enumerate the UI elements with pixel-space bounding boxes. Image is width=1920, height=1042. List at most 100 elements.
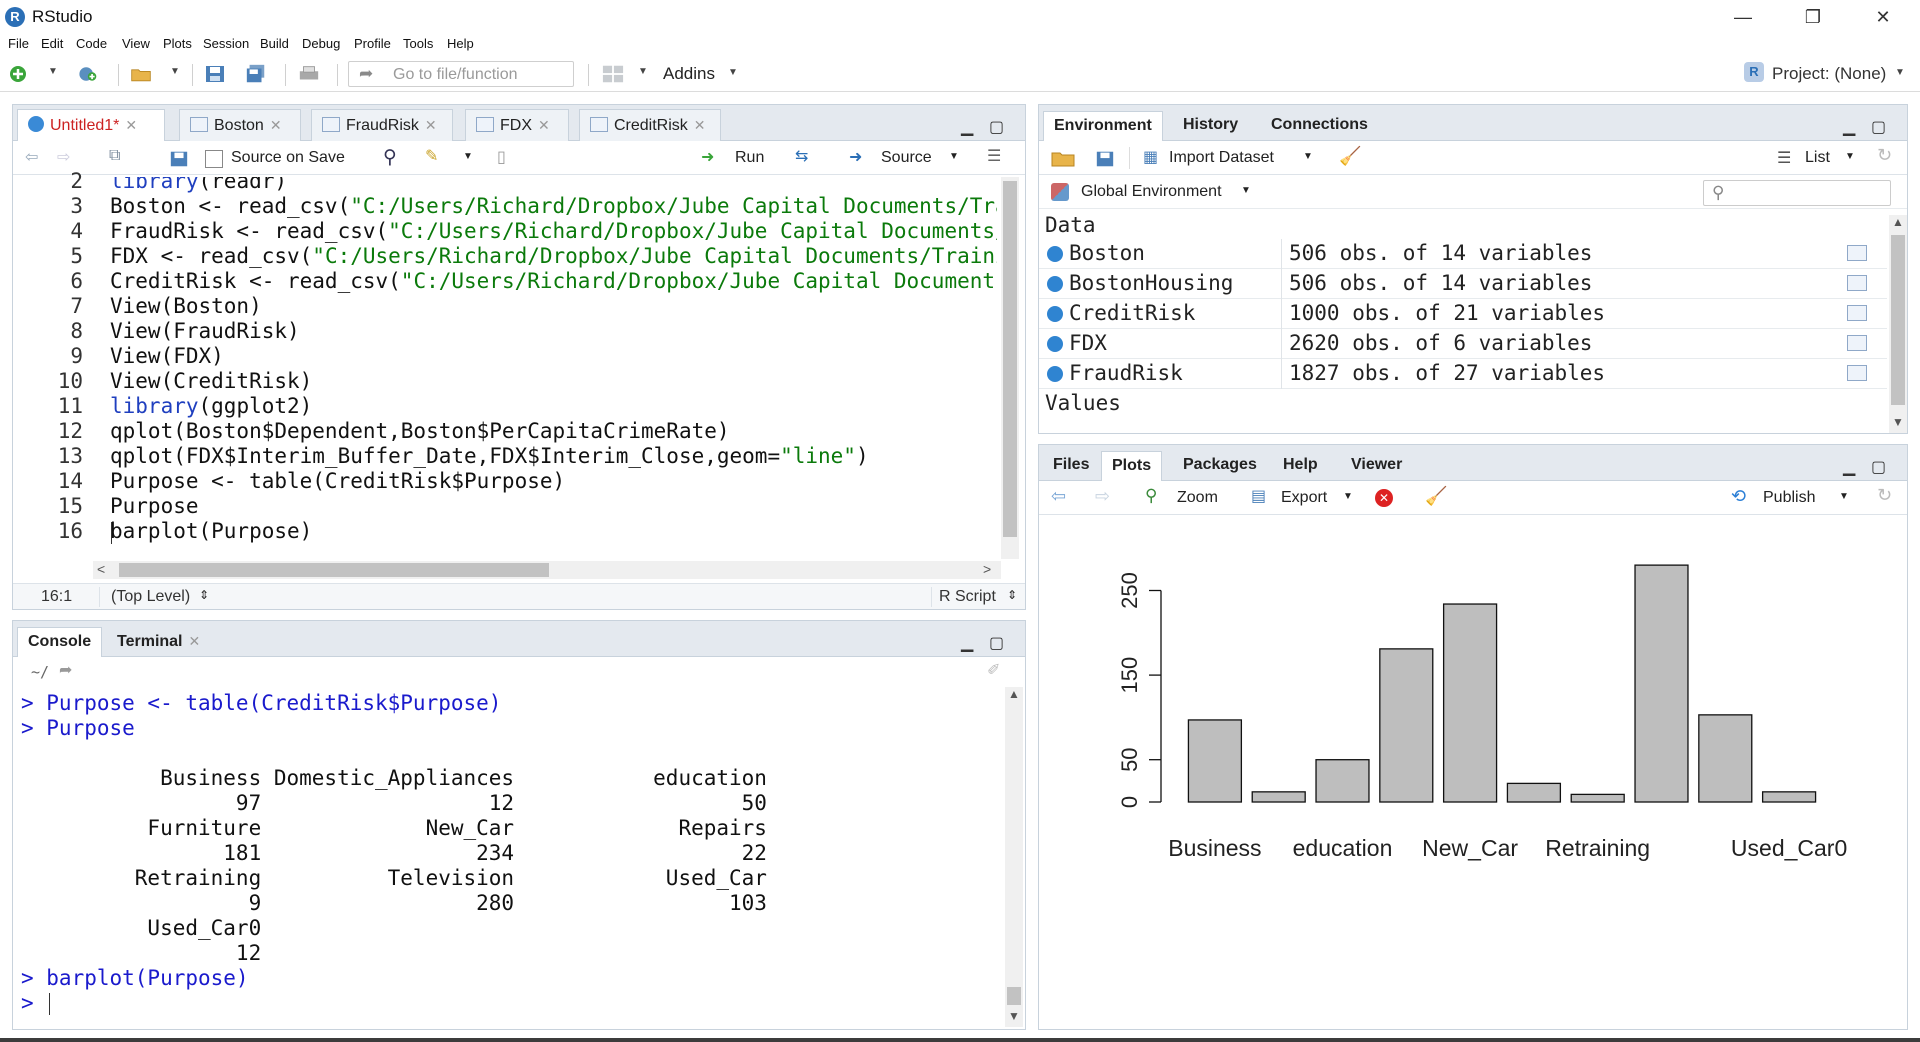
chevron-down-icon[interactable]: ▼ bbox=[1241, 185, 1251, 196]
env-row[interactable]: BostonHousing 506 obs. of 14 variables bbox=[1039, 269, 1887, 299]
outline-icon[interactable]: ☰ bbox=[987, 146, 1001, 166]
chevron-down-icon[interactable]: ▼ bbox=[1303, 151, 1313, 162]
chevron-down-icon[interactable]: ▼ bbox=[463, 151, 473, 162]
tab-plots[interactable]: Plots bbox=[1101, 451, 1163, 481]
refresh-icon[interactable]: ↻ bbox=[1877, 485, 1892, 506]
menu-edit[interactable]: Edit bbox=[41, 36, 63, 51]
env-row[interactable]: FraudRisk 1827 obs. of 27 variables bbox=[1039, 359, 1887, 389]
scroll-left-icon[interactable]: < bbox=[97, 561, 105, 577]
clear-console-icon[interactable]: ✐ bbox=[987, 660, 1000, 680]
source-button[interactable]: Source bbox=[881, 149, 932, 167]
tab-viewer[interactable]: Viewer bbox=[1341, 451, 1412, 481]
forward-arrow-icon[interactable]: ⇨ bbox=[1095, 486, 1110, 507]
console-vertical-scrollbar[interactable]: ▲ ▼ bbox=[1005, 687, 1023, 1027]
tab-creditrisk[interactable]: CreditRisk ✕ bbox=[579, 109, 721, 141]
chevron-down-icon[interactable]: ▼ bbox=[1895, 67, 1905, 78]
environment-search-input[interactable]: ⚲ bbox=[1703, 180, 1891, 206]
show-in-window-icon[interactable]: ⧉ bbox=[109, 147, 120, 165]
broom-icon[interactable]: 🧹 bbox=[1425, 486, 1447, 507]
back-arrow-icon[interactable]: ⇦ bbox=[25, 147, 38, 167]
tab-console[interactable]: Console bbox=[17, 627, 103, 657]
code-editor[interactable]: library(readr) Boston <- read_csv("C:/Us… bbox=[83, 177, 997, 559]
minimize-pane-icon[interactable]: ▁ bbox=[1843, 457, 1855, 477]
chevron-down-icon[interactable]: ▼ bbox=[170, 66, 180, 77]
run-arrow-icon[interactable]: ➜ bbox=[701, 147, 714, 167]
menu-profile[interactable]: Profile bbox=[354, 36, 391, 51]
tab-environment[interactable]: Environment bbox=[1043, 111, 1163, 141]
filetype-selector[interactable]: R Script bbox=[939, 588, 996, 606]
save-icon[interactable] bbox=[204, 64, 226, 84]
scope-selector[interactable]: (Top Level) bbox=[111, 588, 190, 606]
save-all-icon[interactable] bbox=[245, 64, 267, 84]
forward-arrow-icon[interactable]: ⇨ bbox=[57, 147, 70, 167]
chevron-down-icon[interactable]: ▼ bbox=[1343, 491, 1353, 502]
maximize-pane-icon[interactable]: ▢ bbox=[1871, 117, 1886, 137]
env-row[interactable]: Boston 506 obs. of 14 variables bbox=[1039, 239, 1887, 269]
chevron-down-icon[interactable]: ▼ bbox=[48, 66, 58, 77]
minimize-pane-icon[interactable]: ▁ bbox=[961, 117, 973, 137]
expand-icon[interactable] bbox=[1047, 246, 1063, 262]
refresh-icon[interactable]: ↻ bbox=[1877, 145, 1892, 166]
magic-wand-icon[interactable]: ✎ bbox=[425, 146, 438, 166]
environment-vertical-scrollbar[interactable]: ▲ ▼ bbox=[1889, 215, 1907, 433]
close-icon[interactable]: ✕ bbox=[270, 117, 282, 133]
maximize-pane-icon[interactable]: ▢ bbox=[1871, 457, 1886, 477]
addins-menu[interactable]: Addins bbox=[663, 64, 715, 84]
broom-icon[interactable]: 🧹 bbox=[1339, 146, 1361, 167]
save-icon[interactable] bbox=[169, 149, 189, 169]
rerun-icon[interactable]: ⇆ bbox=[795, 146, 808, 166]
scroll-down-icon[interactable]: ▼ bbox=[1008, 1009, 1020, 1023]
tab-help[interactable]: Help bbox=[1273, 451, 1328, 481]
view-table-icon[interactable] bbox=[1847, 245, 1867, 261]
back-arrow-icon[interactable]: ⇦ bbox=[1051, 486, 1066, 507]
run-button[interactable]: Run bbox=[735, 149, 764, 167]
expand-icon[interactable] bbox=[1047, 366, 1063, 382]
menu-help[interactable]: Help bbox=[447, 36, 474, 51]
editor-horizontal-scrollbar[interactable]: < > bbox=[93, 561, 1001, 579]
tab-terminal[interactable]: Terminal ✕ bbox=[107, 627, 210, 657]
chevron-down-icon[interactable]: ▼ bbox=[728, 67, 738, 78]
environment-scope-selector[interactable]: Global Environment bbox=[1081, 183, 1222, 201]
scroll-right-icon[interactable]: > bbox=[983, 561, 991, 577]
tab-packages[interactable]: Packages bbox=[1173, 451, 1267, 481]
menu-tools[interactable]: Tools bbox=[403, 36, 433, 51]
maximize-pane-icon[interactable]: ▢ bbox=[989, 633, 1004, 653]
close-icon[interactable]: ✕ bbox=[189, 633, 201, 649]
tab-history[interactable]: History bbox=[1173, 111, 1248, 141]
load-workspace-icon[interactable] bbox=[1049, 148, 1077, 168]
menu-code[interactable]: Code bbox=[76, 36, 107, 51]
menu-debug[interactable]: Debug bbox=[302, 36, 340, 51]
save-icon[interactable] bbox=[1095, 149, 1115, 169]
tab-untitled1[interactable]: Untitled1* ✕ bbox=[17, 109, 165, 141]
close-icon[interactable]: ✕ bbox=[538, 117, 550, 133]
expand-icon[interactable] bbox=[1047, 306, 1063, 322]
close-button[interactable]: ✕ bbox=[1860, 2, 1906, 32]
env-row[interactable]: CreditRisk 1000 obs. of 21 variables bbox=[1039, 299, 1887, 329]
menu-view[interactable]: View bbox=[122, 36, 150, 51]
menu-file[interactable]: File bbox=[8, 36, 29, 51]
tab-files[interactable]: Files bbox=[1043, 451, 1099, 481]
chevron-down-icon[interactable]: ▼ bbox=[638, 66, 648, 77]
chevron-down-icon[interactable]: ▼ bbox=[1845, 151, 1855, 162]
expand-icon[interactable] bbox=[1047, 276, 1063, 292]
remove-plot-icon[interactable]: ✕ bbox=[1375, 489, 1393, 507]
menu-build[interactable]: Build bbox=[260, 36, 289, 51]
menu-plots[interactable]: Plots bbox=[163, 36, 192, 51]
tab-connections[interactable]: Connections bbox=[1261, 111, 1378, 141]
new-project-icon[interactable] bbox=[76, 64, 98, 84]
compile-report-icon[interactable]: ▯ bbox=[497, 147, 506, 167]
export-button[interactable]: Export bbox=[1281, 489, 1327, 507]
import-dataset-button[interactable]: Import Dataset bbox=[1169, 149, 1274, 167]
tab-fdx[interactable]: FDX ✕ bbox=[465, 109, 569, 141]
search-icon[interactable]: ⚲ bbox=[383, 146, 397, 169]
view-table-icon[interactable] bbox=[1847, 275, 1867, 291]
list-view-selector[interactable]: List bbox=[1805, 149, 1830, 167]
new-file-icon[interactable] bbox=[8, 64, 30, 84]
minimize-button[interactable]: — bbox=[1720, 2, 1766, 32]
close-icon[interactable]: ✕ bbox=[125, 117, 137, 133]
maximize-pane-icon[interactable]: ▢ bbox=[989, 117, 1004, 137]
view-table-icon[interactable] bbox=[1847, 335, 1867, 351]
minimize-pane-icon[interactable]: ▁ bbox=[1843, 117, 1855, 137]
open-folder-icon[interactable] bbox=[130, 64, 152, 84]
project-menu[interactable]: Project: (None) bbox=[1772, 64, 1886, 84]
